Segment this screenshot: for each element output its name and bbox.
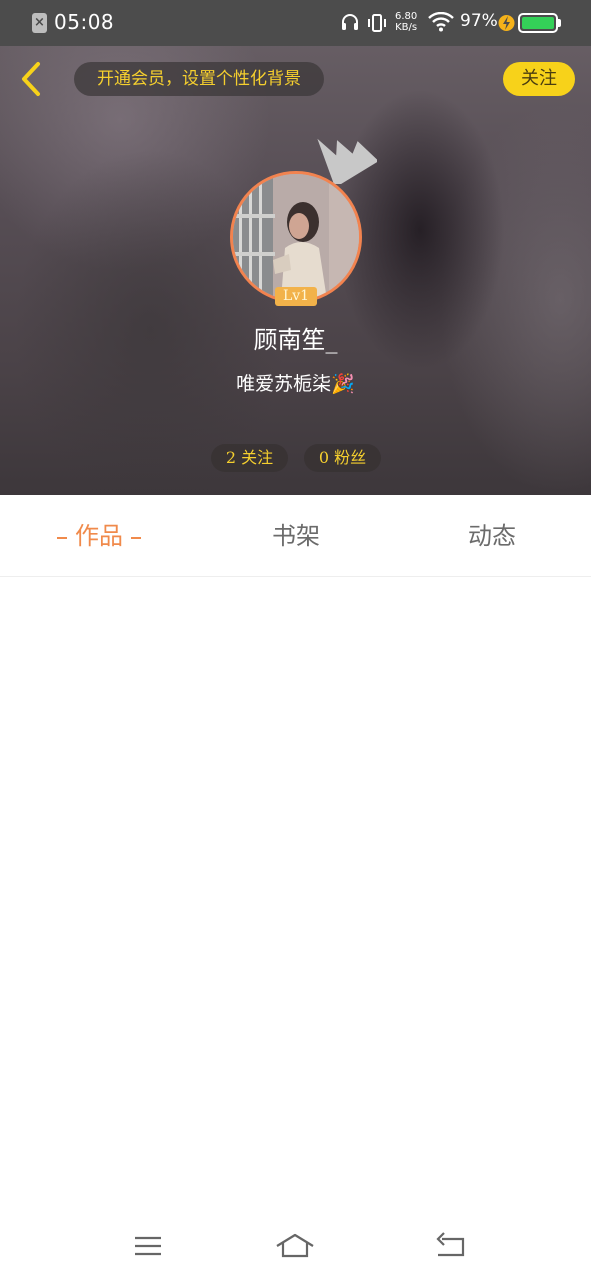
back-arrow-icon[interactable] [14, 58, 48, 100]
follow-button[interactable]: 关注 [503, 62, 575, 96]
username: 顾南笙_ [253, 326, 338, 354]
battery-level [522, 17, 554, 29]
headphone-icon [342, 14, 358, 30]
profile-header: × 05:08 6.80 KB/s 97% 开通会员，设置个性化背景 关注 Lv… [0, 0, 591, 495]
vip-background-button[interactable]: 开通会员，设置个性化背景 [74, 62, 324, 96]
home-icon[interactable] [275, 1229, 315, 1263]
battery-tip [558, 19, 561, 27]
wifi-icon [428, 12, 454, 32]
battery-icon [518, 13, 558, 33]
following-count[interactable]: 2 关注 [211, 444, 288, 472]
tab-content-area [0, 577, 591, 1213]
tab-works[interactable]: 作品 [9, 495, 189, 577]
level-badge: Lv1 [275, 287, 317, 306]
avatar[interactable] [230, 171, 362, 303]
tab-bookshelf[interactable]: 书架 [206, 495, 386, 577]
avatar-image [233, 174, 359, 300]
system-nav-bar [0, 1213, 591, 1280]
status-bar: × 05:08 6.80 KB/s 97% [0, 0, 591, 46]
menu-icon[interactable] [128, 1229, 168, 1263]
sim-error-icon: × [32, 13, 47, 33]
active-tab-indicator-left [57, 536, 67, 539]
crown-icon [317, 138, 377, 184]
net-speed: 6.80 KB/s [395, 11, 418, 33]
vibrate-icon [368, 14, 386, 32]
fans-count[interactable]: 0 粉丝 [304, 444, 381, 472]
charging-icon [498, 15, 515, 31]
user-signature: 唯爱苏栀柒🎉 [236, 373, 355, 395]
active-tab-indicator-right [131, 536, 141, 539]
status-time: 05:08 [54, 10, 115, 34]
back-icon[interactable] [430, 1229, 470, 1263]
profile-tabs: 作品 书架 动态 [0, 495, 591, 577]
tab-moments[interactable]: 动态 [402, 495, 582, 577]
battery-percent: 97% [460, 11, 498, 31]
